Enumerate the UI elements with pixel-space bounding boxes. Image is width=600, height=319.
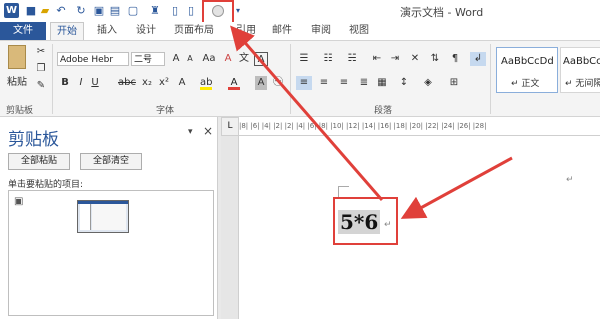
arrow-to-formula [400,156,513,219]
arrow-to-qat-button [230,25,384,201]
annotation-arrows [230,25,513,219]
